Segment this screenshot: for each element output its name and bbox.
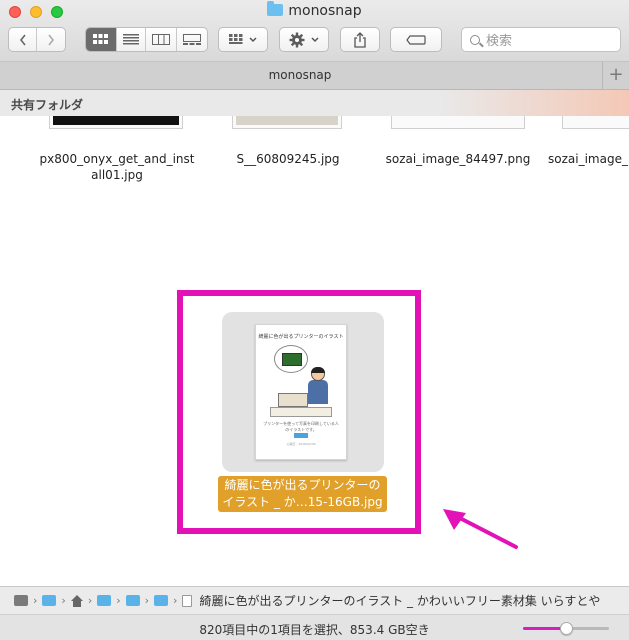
window-toolbar: monosnap 検索 <box>0 0 629 62</box>
hard-disk-icon[interactable] <box>14 595 28 606</box>
tags-button[interactable] <box>390 27 442 52</box>
new-tab-button[interactable]: + <box>602 62 629 90</box>
file-browser-content[interactable]: px800_onyx_get_and_inst all01.jpg S__608… <box>0 116 629 586</box>
shared-folder-header: 共有フォルダ <box>0 90 629 116</box>
file-name-line: all01.jpg <box>91 168 143 182</box>
folder-icon[interactable] <box>154 595 169 606</box>
window-title-text: monosnap <box>288 3 362 19</box>
path-separator-icon: › <box>144 594 150 607</box>
tag-icon <box>406 34 426 45</box>
path-separator-icon: › <box>61 594 66 607</box>
path-separator-icon: › <box>33 594 38 607</box>
folder-icon <box>267 1 284 16</box>
folder-icon[interactable] <box>97 595 112 606</box>
icon-size-slider-knob[interactable] <box>560 622 573 635</box>
forward-button[interactable] <box>37 28 65 51</box>
nav-back-forward <box>8 27 66 52</box>
path-filename[interactable]: 綺麗に色が出るプリンターのイラスト _ かわいいフリー素材集 いらすとや <box>199 592 600 609</box>
back-button[interactable] <box>9 28 38 51</box>
file-name[interactable]: px800_onyx_get_and_inst all01.jpg <box>28 151 206 183</box>
list-icon <box>122 34 139 45</box>
column-view-button[interactable] <box>146 28 177 51</box>
chevron-right-icon <box>48 34 55 45</box>
action-menu-button[interactable] <box>279 27 329 52</box>
path-separator-icon: › <box>87 594 93 607</box>
view-mode-control <box>85 27 208 52</box>
file-thumbnail[interactable] <box>232 116 342 129</box>
chevron-down-icon <box>311 36 319 42</box>
image-file-icon[interactable] <box>182 594 193 607</box>
gallery-view-button[interactable] <box>177 28 207 51</box>
gallery-icon <box>182 33 201 45</box>
file-name[interactable]: sozai_image_ <box>548 151 629 167</box>
folder-icon[interactable] <box>125 595 140 606</box>
list-view-button[interactable] <box>117 28 147 51</box>
share-icon <box>354 31 366 48</box>
file-thumbnail[interactable] <box>562 116 629 129</box>
group-by-button[interactable] <box>218 27 268 52</box>
search-icon <box>470 34 480 45</box>
columns-icon <box>151 34 170 45</box>
grid-icon <box>93 34 109 44</box>
file-thumbnail[interactable] <box>49 116 183 129</box>
file-name[interactable]: S__60809245.jpg <box>220 151 356 167</box>
folder-icon[interactable] <box>42 595 57 606</box>
path-separator-icon: › <box>116 594 121 607</box>
file-name[interactable]: sozai_image_84497.png <box>376 151 540 167</box>
status-bar: 820項目中の1項目を選択、853.4 GB空き <box>0 614 629 640</box>
chevron-down-icon <box>249 36 257 42</box>
home-icon[interactable] <box>70 594 83 607</box>
file-name-line: px800_onyx_get_and_inst <box>39 152 195 166</box>
path-separator-icon: › <box>173 594 178 607</box>
icon-view-button[interactable] <box>86 28 117 51</box>
share-button[interactable] <box>340 27 380 52</box>
file-thumbnail[interactable] <box>391 116 525 129</box>
search-placeholder: 検索 <box>486 34 513 49</box>
search-field[interactable]: 検索 <box>461 27 621 52</box>
annotation-arrow-icon <box>443 509 518 549</box>
annotation-highlight-box <box>177 290 421 534</box>
gear-icon <box>289 32 305 47</box>
path-bar: › › › › › › 綺麗に色が出るプリンターのイラスト _ かわいいフリー素… <box>0 586 629 614</box>
tab-monosnap[interactable]: monosnap <box>0 68 600 82</box>
window-title: monosnap <box>0 1 629 19</box>
chevron-left-icon <box>19 34 26 45</box>
group-grid-icon <box>229 34 243 44</box>
tab-bar: monosnap + <box>0 62 629 90</box>
icon-size-slider[interactable] <box>523 622 609 635</box>
